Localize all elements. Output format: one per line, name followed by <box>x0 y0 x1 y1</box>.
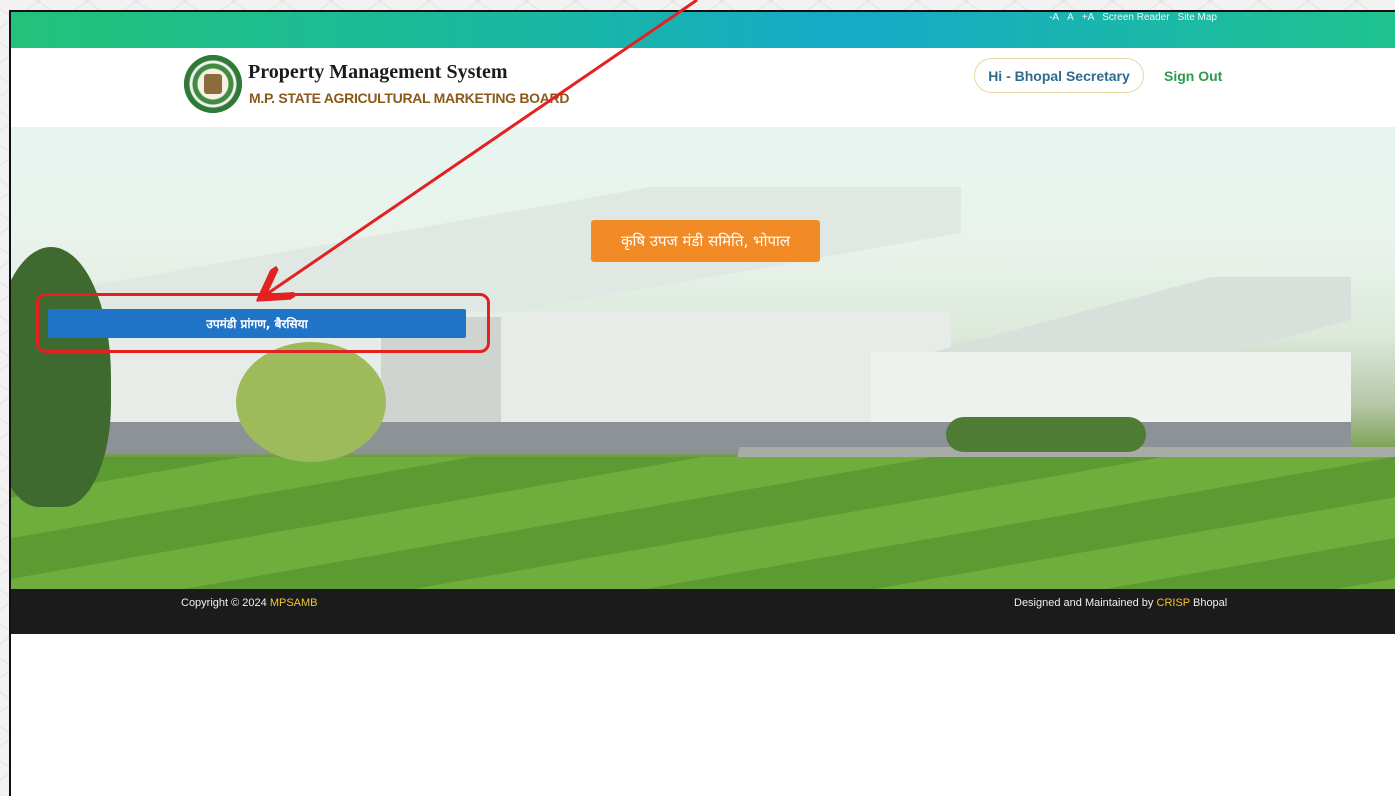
designed-suffix: Bhopal <box>1192 597 1228 609</box>
copyright-text: Copyright © 2024 MPSAMB <box>181 597 318 609</box>
copyright-org-link[interactable]: MPSAMB <box>270 597 318 609</box>
annotation-arrow-icon <box>0 0 698 796</box>
copyright-prefix: Copyright © 2024 <box>181 597 267 609</box>
maintainer-text: Designed and Maintained by CRISP Bhopal <box>1014 597 1227 609</box>
crisp-link[interactable]: CRISP <box>1157 597 1190 609</box>
site-footer <box>11 589 1395 634</box>
designed-prefix: Designed and Maintained by <box>1014 597 1154 609</box>
